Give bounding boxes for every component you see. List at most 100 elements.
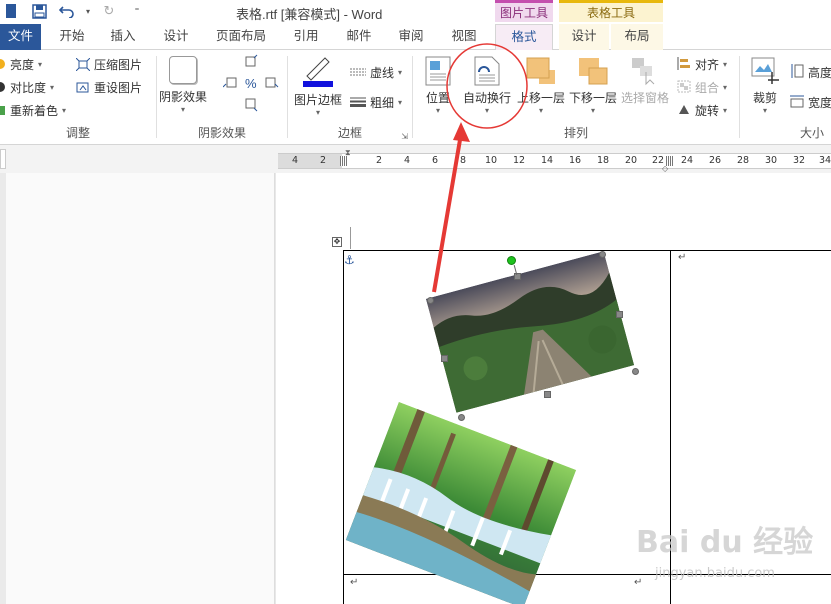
shadow-nudge-right-icon [265,76,279,93]
contrast-button[interactable]: 对比度 ▾ [0,79,54,96]
rotate-label: 旋转 [695,104,720,118]
tab-page-layout[interactable]: 页面布局 [211,24,271,50]
bring-forward-button[interactable]: 上移一层 ▾ [517,56,565,115]
send-backward-button[interactable]: 下移一层 ▾ [569,56,617,115]
ruler-strip[interactable]: 4 2 2 4 6 8 10 12 14 16 18 20 22 24 26 2… [278,148,831,173]
border-dialog-launcher-icon[interactable]: ⇲ [401,132,408,141]
width-field[interactable]: 宽度 [790,94,831,111]
align-label: 对齐 [695,58,720,72]
reset-label: 重设图片 [94,81,143,95]
weight-button[interactable]: 粗细 ▾ [350,94,402,111]
resize-handle-bottom-right[interactable] [632,368,639,375]
picture-border-icon [301,54,335,91]
ruler-number: 8 [460,155,467,166]
chevron-down-icon: ▾ [435,106,440,115]
bring-forward-icon [525,56,557,89]
align-icon [677,56,691,73]
ruler-number: 6 [432,155,439,166]
tab-table-layout[interactable]: 布局 [611,24,663,50]
undo-icon[interactable] [56,2,78,20]
group-label: 组合 [695,81,720,95]
undo-dropdown-icon[interactable]: ▾ [84,2,92,20]
shadow-nudge-down[interactable] [245,98,259,115]
title-bar: ▾ ↻ ⁼ 表格.rtf [兼容模式] - Word 图片工具 表格工具 [0,0,831,24]
group-icon [677,80,691,96]
reset-picture-button[interactable]: 重设图片 [76,79,142,96]
shadow-nudge-up[interactable] [245,54,259,71]
group-label-arrange: 排列 [563,126,588,140]
align-button[interactable]: 对齐 ▾ [677,56,727,73]
ribbon-tabs: 文件 开始 插入 设计 页面布局 引用 邮件 审阅 视图 格式 设计 布局 [0,24,831,51]
send-backward-label: 下移一层 [569,91,618,105]
resize-handle-top-right[interactable] [599,251,606,258]
rotate-button[interactable]: 旋转 ▾ [677,102,727,119]
tab-design[interactable]: 设计 [156,24,196,50]
group-label-adjust: 调整 [65,126,90,140]
resize-handle-bottom-left[interactable] [458,414,465,421]
group-objects-button[interactable]: 组合 ▾ [677,79,727,96]
height-field[interactable]: 高度 [790,64,831,81]
tab-file[interactable]: 文件 [0,24,41,50]
ruler-number: 18 [597,155,610,166]
path-landscape-photo[interactable] [425,251,635,413]
ruler-number: 12 [513,155,526,166]
table-move-handle[interactable]: ✥ [332,237,342,247]
group-border: 图片边框 ▾ 虚线 ▾ 粗细 ▾ 边框 ⇲ [288,50,412,145]
redo-icon[interactable]: ↻ [98,2,120,20]
tab-home[interactable]: 开始 [52,24,92,50]
ruler-number: 28 [737,155,750,166]
tab-mailings[interactable]: 邮件 [339,24,379,50]
customize-qat-icon[interactable]: ⁼ [126,2,148,20]
resize-handle-top[interactable] [514,273,521,280]
selection-pane-label: 选择窗格 [621,91,670,105]
crop-button[interactable]: 裁剪 ▾ [750,56,780,115]
resize-handle-right[interactable] [616,311,623,318]
position-button[interactable]: 位置 ▾ [425,56,451,115]
ruler-number: 20 [625,155,638,166]
group-label-shadow: 阴影效果 [197,126,246,140]
shadow-effects-button[interactable]: 阴影效果 ▾ [159,56,207,114]
resize-handle-bottom[interactable] [544,391,551,398]
window-title: 表格.rtf [兼容模式] - Word [236,7,383,22]
rotation-handle[interactable] [507,256,516,265]
compress-pictures-button[interactable]: 压缩图片 [75,56,142,73]
table-left-border [343,250,344,604]
shadow-effects-icon [169,56,197,84]
shadow-nudge-right[interactable] [265,76,279,93]
table-tools-header: 表格工具 [559,0,663,22]
word-app-icon[interactable] [0,2,22,20]
ruler-number: 16 [569,155,582,166]
save-icon[interactable] [28,2,50,20]
shadow-effects-label: 阴影效果 [159,90,208,104]
tab-insert[interactable]: 插入 [103,24,143,50]
chevron-down-icon: ▾ [723,106,728,115]
left-indent-marker-icon[interactable]: ⧗ [345,148,351,158]
picture-border-button[interactable]: 图片边框 ▾ [294,54,342,117]
tab-review[interactable]: 审阅 [391,24,431,50]
tab-table-design[interactable]: 设计 [559,24,609,50]
bring-forward-label: 上移一层 [517,91,566,105]
dashes-label: 虚线 [370,66,395,80]
send-backward-icon [577,56,609,89]
selection-pane-button[interactable]: 选择窗格 [621,56,669,106]
right-indent-marker-icon[interactable]: ◇ [662,164,668,173]
tab-view[interactable]: 视图 [444,24,484,50]
tab-references[interactable]: 引用 [286,24,326,50]
shadow-toggle[interactable]: % [245,76,257,91]
ruler-corner [0,149,6,169]
compress-icon [75,57,91,72]
resize-handle-left[interactable] [441,355,448,362]
shadow-nudge-left[interactable] [222,76,237,93]
group-label-size: 大小 [800,126,825,140]
weight-label: 粗细 [370,96,395,110]
quick-access-toolbar: ▾ ↻ ⁼ [0,2,148,20]
recolor-button[interactable]: 重新着色 ▾ [0,102,66,119]
tab-format[interactable]: 格式 [495,24,553,51]
wrap-text-label: 自动换行 [463,91,512,105]
dashes-button[interactable]: 虚线 ▾ [350,64,402,81]
table-top-border [343,250,831,251]
brightness-button[interactable]: 亮度 ▾ [0,56,42,73]
resize-handle-top-left[interactable] [427,297,434,304]
wrap-text-button[interactable]: 自动换行 ▾ [463,56,511,115]
ruler-number: 32 [793,155,806,166]
